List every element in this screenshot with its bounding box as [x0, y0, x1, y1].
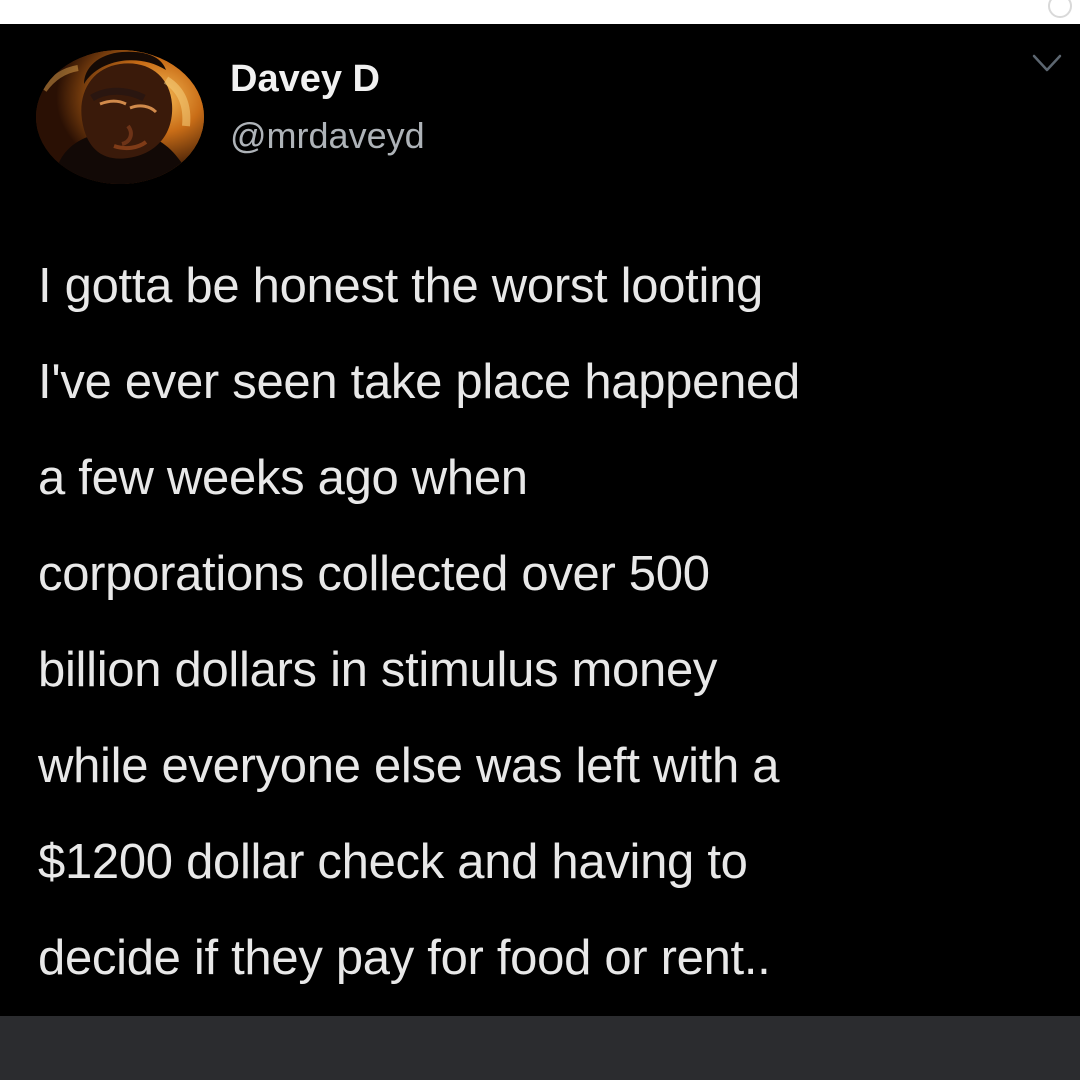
profile-photo — [36, 50, 204, 184]
chevron-down-icon[interactable] — [1030, 52, 1064, 76]
screenshot-page: Davey D @mrdaveyd I gotta be honest the … — [0, 0, 1080, 1080]
tweet-text-line: corporations collected over 500 — [38, 547, 710, 601]
tweet-text-line: $1200 dollar check and having to — [38, 835, 748, 889]
tweet-text-line: I've ever seen take place happened — [38, 355, 800, 409]
user-handle[interactable]: @mrdaveyd — [230, 118, 425, 154]
tweet-text-line: decide if they pay for food or rent.. — [38, 931, 771, 985]
avatar[interactable] — [36, 50, 204, 184]
tweet-text-line: I gotta be honest the worst looting — [38, 259, 763, 313]
tweet-text-line: a few weeks ago when — [38, 451, 528, 505]
tweet-text-line: while everyone else was left with a — [38, 739, 780, 793]
tweet-text-line: billion dollars in stimulus money — [38, 643, 718, 697]
tweet-card: Davey D @mrdaveyd I gotta be honest the … — [0, 24, 1080, 1016]
bottom-bar — [0, 1016, 1080, 1080]
display-name[interactable]: Davey D — [230, 60, 380, 98]
top-corner-indicator — [1048, 0, 1072, 18]
tweet-body: I gotta be honest the worst looting I've… — [38, 238, 1048, 1006]
